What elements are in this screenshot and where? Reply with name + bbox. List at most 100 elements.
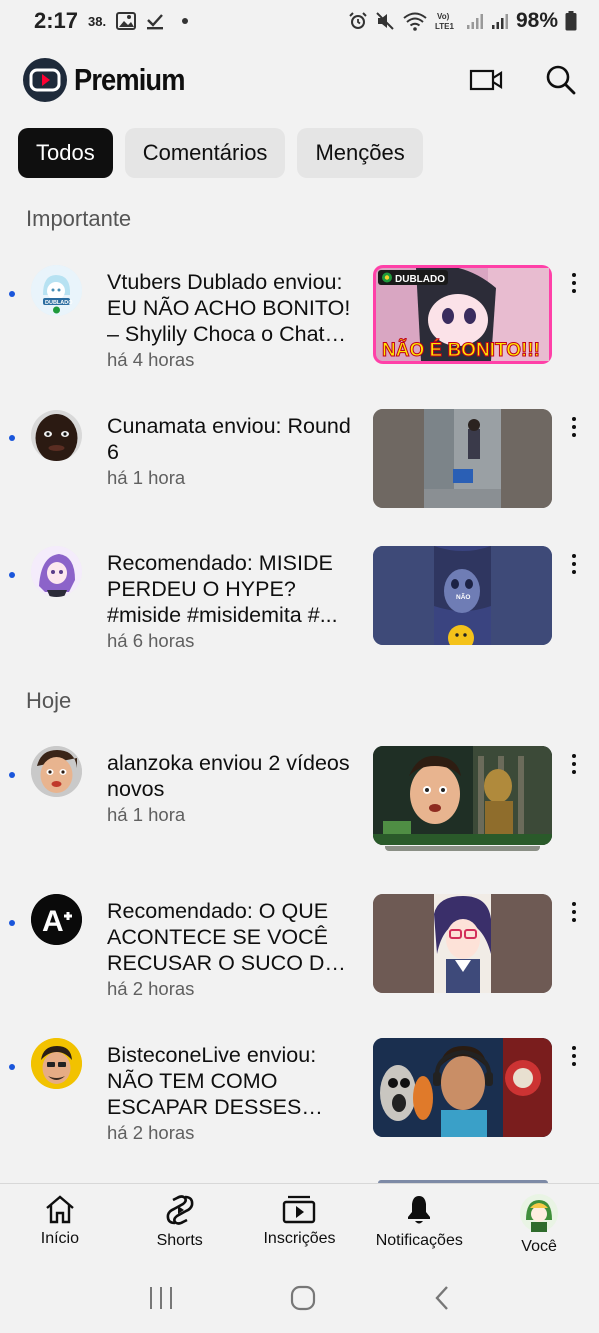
video-thumbnail[interactable]: [373, 409, 552, 508]
avatar[interactable]: [31, 746, 82, 797]
notification-text: Recomendado: MISIDE PERDEU O HYPE? #misi…: [107, 550, 359, 652]
youtube-premium-logo[interactable]: Premium: [22, 57, 200, 103]
video-thumbnail[interactable]: [373, 1038, 552, 1137]
vtuber-avatar-image: DUBLADO: [31, 265, 82, 316]
search-icon[interactable]: [545, 64, 577, 96]
svg-text:LTE1: LTE1: [435, 22, 455, 31]
chip-todos[interactable]: Todos: [18, 128, 113, 178]
notification-title: alanzoka enviou 2 vídeos novos: [107, 751, 350, 801]
thumbnail-badge-text: DUBLADO: [395, 274, 445, 285]
notification-text: BisteconeLive enviou: NÃO TEM COMO ESCAP…: [107, 1042, 359, 1144]
home-button-icon[interactable]: [290, 1285, 316, 1311]
notification-text: Vtubers Dublado enviou: EU NÃO ACHO BONI…: [107, 269, 359, 371]
playlist-stack-edge: [385, 846, 540, 851]
notification-time: há 6 horas: [107, 630, 195, 651]
logo-text: Premium: [74, 62, 185, 97]
cast-video-icon[interactable]: [469, 67, 503, 93]
bistecone-avatar-image: [31, 1038, 82, 1089]
more-options-icon[interactable]: [566, 751, 582, 777]
thumbnail-overlay-text: NÃO: [456, 592, 470, 601]
avatar[interactable]: DUBLADO: [31, 265, 82, 316]
avatar-letter: A: [42, 905, 64, 938]
system-navigation: [0, 1263, 599, 1333]
avatar[interactable]: [31, 410, 82, 461]
wifi-icon: [403, 12, 427, 31]
video-thumbnail[interactable]: NÃO: [373, 546, 552, 645]
nav-home[interactable]: Início: [0, 1184, 120, 1263]
notification-time: há 1 hora: [107, 804, 186, 825]
avatar[interactable]: A: [31, 894, 82, 945]
more-options-icon[interactable]: [566, 551, 582, 577]
chip-mencoes[interactable]: Menções: [297, 128, 423, 178]
nav-subscriptions[interactable]: Inscrições: [240, 1184, 360, 1263]
shorts-icon: [166, 1195, 194, 1225]
notification-time: há 1 hora: [107, 467, 186, 488]
nav-you[interactable]: Você: [479, 1184, 599, 1263]
avatar[interactable]: [31, 1038, 82, 1089]
home-icon: [46, 1195, 74, 1224]
cunamata-avatar-image: [31, 410, 82, 461]
unread-dot: [9, 291, 15, 297]
nav-notifications-label: Notificações: [375, 1232, 463, 1249]
alarm-icon: [349, 12, 367, 29]
chip-comentarios[interactable]: Comentários: [124, 128, 286, 178]
section-title-today: Hoje: [26, 688, 72, 713]
notification-time: há 2 horas: [107, 1122, 195, 1143]
more-options-icon[interactable]: [566, 1043, 582, 1069]
unread-dot: [9, 435, 15, 441]
section-title-important: Importante: [26, 206, 132, 231]
nav-shorts[interactable]: Shorts: [120, 1184, 240, 1263]
bell-filled-icon: [408, 1196, 431, 1224]
subscriptions-icon: [283, 1195, 316, 1224]
thumbnail-image: [373, 409, 552, 508]
signal-icon: [466, 14, 483, 29]
thumbnail-image: DUBLADO NÃO É BONITO!!!: [376, 265, 549, 362]
video-thumbnail[interactable]: DUBLADO NÃO É BONITO!!!: [373, 265, 552, 364]
notification-title: Cunamata enviou: Round 6: [107, 414, 351, 464]
nav-you-label: Você: [521, 1238, 557, 1255]
app-header: Premium: [0, 50, 599, 110]
recent-apps-icon[interactable]: [148, 1286, 174, 1310]
notification-text: alanzoka enviou 2 vídeos novos há 1 hora: [107, 750, 359, 826]
unread-dot: [9, 772, 15, 778]
notification-dot-icon: [182, 18, 189, 24]
notification-title: BisteconeLive enviou: NÃO TEM COMO ESCAP…: [107, 1043, 317, 1119]
status-small-number: 38.: [88, 13, 107, 29]
video-thumbnail[interactable]: [373, 894, 552, 993]
filter-chips: Todos Comentários Menções: [18, 128, 423, 178]
back-icon[interactable]: [433, 1285, 451, 1311]
nav-notifications[interactable]: Notificações: [359, 1184, 479, 1263]
thumbnail-image: [373, 746, 552, 845]
status-bar: 2:17 38. Vo) LTE1 98%: [0, 0, 599, 42]
unread-dot: [9, 572, 15, 578]
alanzoka-avatar-image: [31, 746, 82, 797]
nav-shorts-label: Shorts: [156, 1232, 203, 1249]
notification-time: há 4 horas: [107, 349, 195, 370]
svg-text:Vo): Vo): [437, 12, 450, 21]
video-thumbnail[interactable]: [373, 746, 552, 845]
battery-percent: 98%: [515, 9, 558, 32]
recommended-avatar-image: [31, 546, 82, 597]
more-options-icon[interactable]: [566, 270, 582, 296]
avatar[interactable]: [31, 546, 82, 597]
volte-icon: Vo)LTE1: [435, 12, 455, 31]
more-options-icon[interactable]: [566, 414, 582, 440]
thumbnail-image: [373, 1038, 552, 1137]
youtube-logo-icon: [23, 58, 67, 102]
notification-title: Recomendado: O QUE ACONTECE SE VOCÊ RECU…: [107, 899, 338, 975]
profile-avatar-icon: [520, 1194, 559, 1232]
notification-title: Recomendado: MISIDE PERDEU O HYPE? #misi…: [107, 551, 338, 627]
more-options-icon[interactable]: [566, 899, 582, 925]
gallery-icon: [116, 12, 137, 30]
ae-avatar-image: A: [31, 894, 82, 945]
avatar-dublado-label: DUBLADO: [45, 300, 73, 306]
unread-dot: [9, 920, 15, 926]
notification-text: Recomendado: O QUE ACONTECE SE VOCÊ RECU…: [107, 898, 359, 1000]
bottom-navigation: Início Shorts Inscrições Notificações Vo…: [0, 1183, 599, 1263]
nav-home-label: Início: [40, 1230, 80, 1247]
thumbnail-image: NÃO: [373, 546, 552, 645]
notification-title: Vtubers Dublado enviou: EU NÃO ACHO BONI…: [107, 270, 351, 346]
mute-icon: [376, 12, 394, 30]
thumbnail-image: [373, 894, 552, 993]
thumbnail-overlay-text: NÃO É BONITO!!!: [382, 339, 540, 361]
